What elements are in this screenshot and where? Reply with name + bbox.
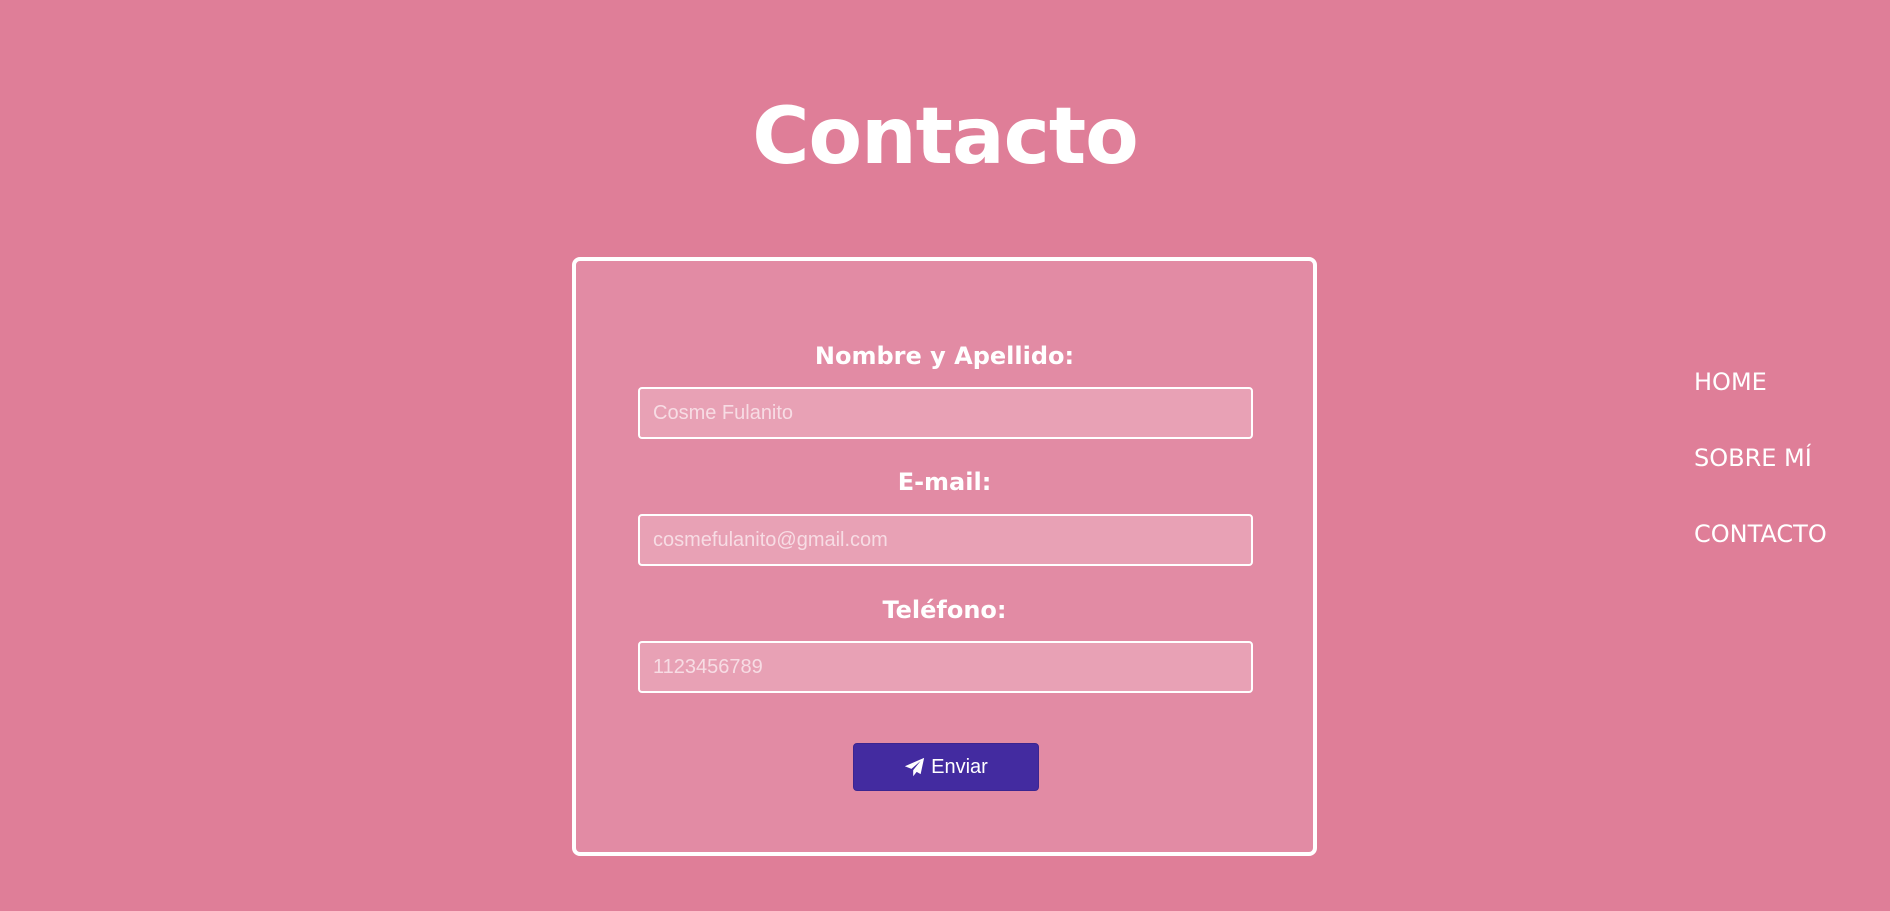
name-input[interactable] — [638, 387, 1253, 439]
submit-label: Enviar — [931, 755, 988, 778]
paper-plane-icon — [904, 757, 925, 778]
name-label: Nombre y Apellido: — [814, 342, 1075, 370]
nav-item-home[interactable]: HOME — [1694, 360, 1827, 404]
nav-item-contacto[interactable]: CONTACTO — [1694, 512, 1827, 556]
email-label: E-mail: — [897, 468, 992, 496]
phone-label: Teléfono: — [882, 596, 1007, 624]
contact-form: Nombre y Apellido: E-mail: Teléfono: Env… — [572, 257, 1317, 856]
email-input[interactable] — [638, 514, 1253, 566]
nav-menu: HOME SOBRE MÍ CONTACTO — [1694, 360, 1827, 588]
phone-input[interactable] — [638, 641, 1253, 693]
nav-item-sobre-mi[interactable]: SOBRE MÍ — [1694, 436, 1827, 480]
submit-button[interactable]: Enviar — [853, 743, 1039, 791]
page-title: Contacto — [752, 92, 1138, 182]
